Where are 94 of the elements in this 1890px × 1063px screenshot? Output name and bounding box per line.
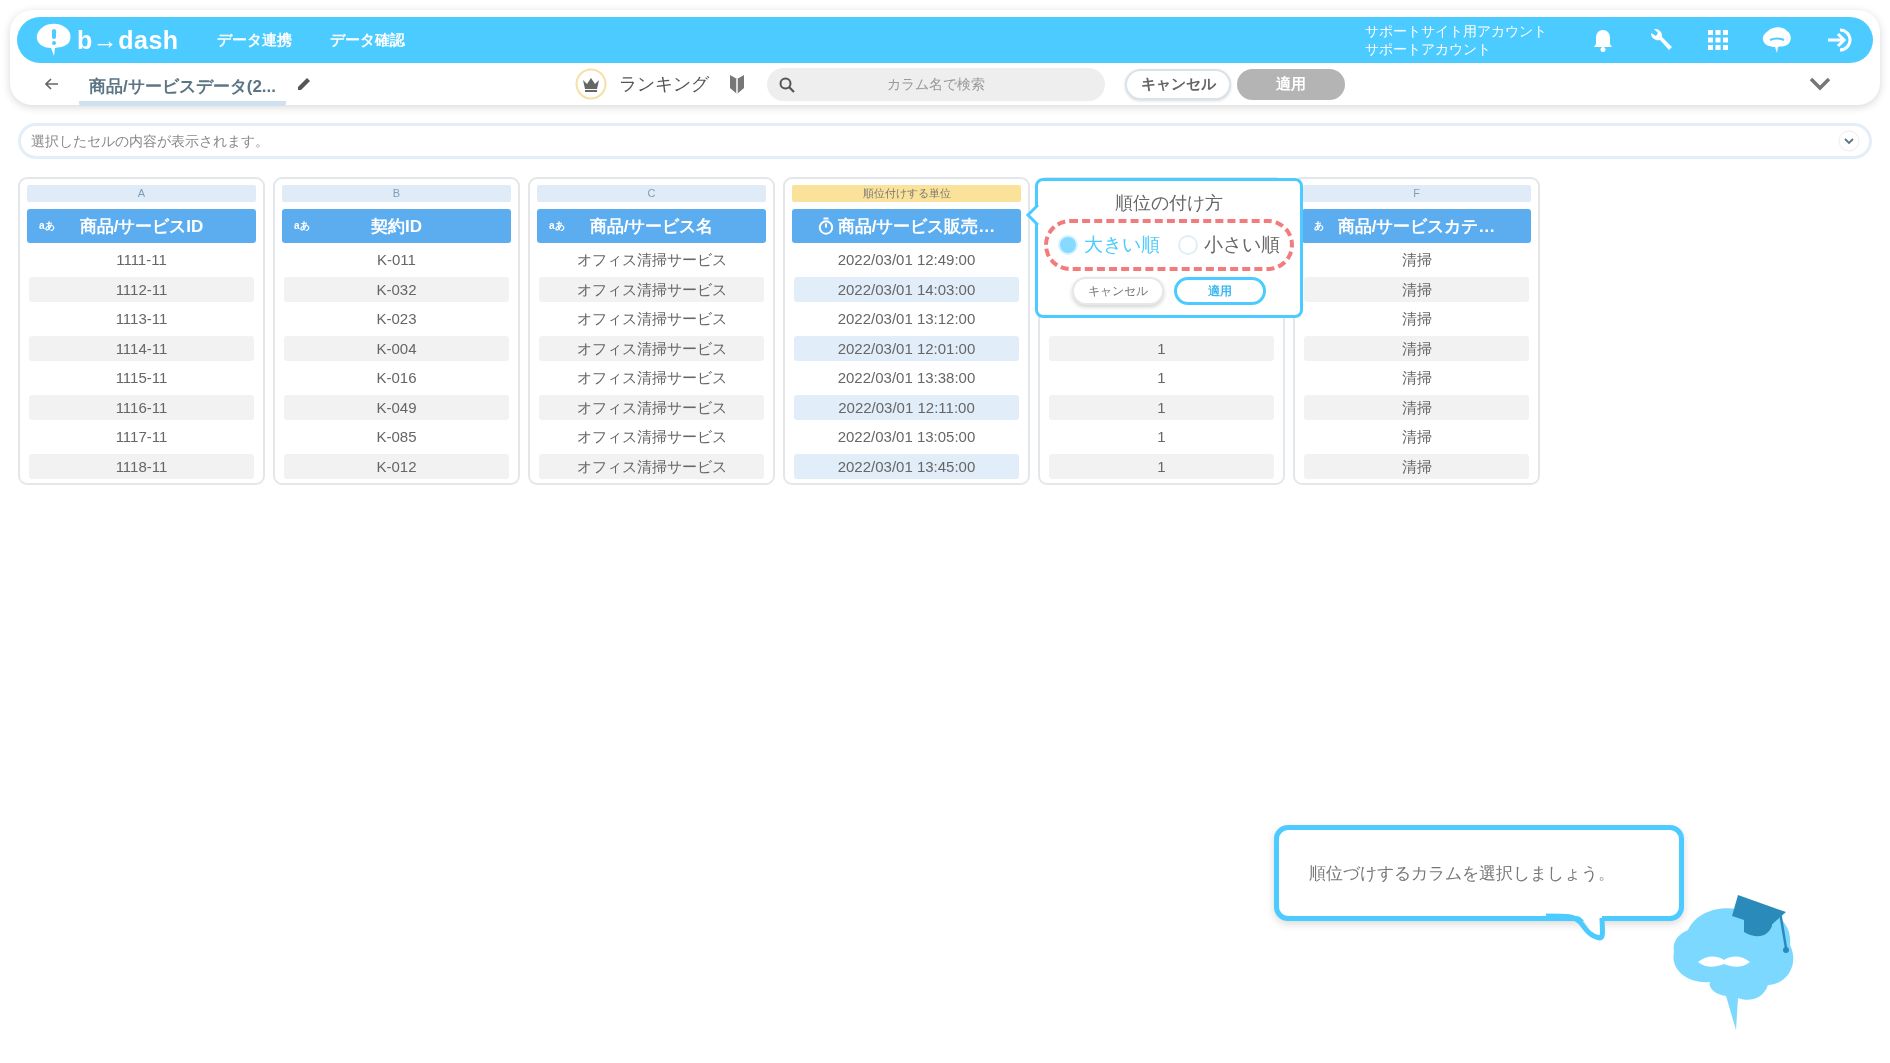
mode-label: ランキング — [619, 73, 709, 96]
table-cell: 清掃 — [1304, 394, 1529, 420]
cancel-button[interactable]: キャンセル — [1072, 277, 1164, 305]
radio-button[interactable] — [1058, 235, 1078, 255]
table-cell: K-012 — [284, 453, 509, 479]
type-label: あ — [1314, 219, 1324, 233]
table-cell-text: 清掃 — [1400, 309, 1433, 329]
table-cell-text: 2022/03/01 13:38:00 — [836, 368, 977, 388]
table-column[interactable]: A aあ 商品/サービスID 1111-11 1112-11 1113-11 1114-11 1115-11 1116-11 1117-11 1118-11 — [18, 177, 265, 485]
table-column[interactable]: C aあ 商品/サービス名 オフィス清掃サービス オフィス清掃サービス オフィス清掃サービス オフィス清掃サービス オフィス清掃サービス オフィス清掃サービス オフィス清掃サービス オフィス清掃サービス — [528, 177, 775, 485]
table-cell-text: 1113-11 — [114, 309, 169, 329]
table-cell-text: オフィス清掃サービス — [575, 250, 728, 270]
table-cell-text: K-085 — [375, 427, 418, 447]
table-cell-text: 清掃 — [1400, 250, 1433, 270]
table-cell-text: 2022/03/01 13:12:00 — [836, 309, 977, 329]
table-cell: 2022/03/01 12:11:00 — [794, 394, 1019, 420]
stopwatch-icon — [817, 217, 834, 235]
table-cell: オフィス清掃サービス — [539, 276, 764, 302]
cell-content-field[interactable]: 選択したセルの内容が表示されます。 — [18, 123, 1872, 159]
column-letter: A — [27, 185, 256, 202]
edit-icon[interactable] — [296, 76, 312, 92]
table-cell-text: 清掃 — [1400, 368, 1433, 388]
ranking-unit-label: 順位付けする単位 — [792, 185, 1021, 202]
table-cell-text: オフィス清掃サービス — [575, 368, 728, 388]
table-cell-text: 清掃 — [1400, 427, 1433, 447]
table-cell-text: 1 — [1156, 368, 1167, 388]
column-header[interactable]: 商品/サービス販売… — [792, 209, 1021, 243]
back-icon[interactable] — [45, 78, 59, 90]
table-cell-text: オフィス清掃サービス — [575, 427, 728, 447]
table-cell: オフィス清掃サービス — [539, 335, 764, 361]
type-label: aあ — [549, 219, 565, 233]
type-label: aあ — [294, 219, 310, 233]
table-cell: 2022/03/01 13:45:00 — [794, 453, 1019, 479]
table-cell: 清掃 — [1304, 335, 1529, 361]
column-letter: C — [537, 185, 766, 202]
table-cell-text: 1 — [1156, 427, 1167, 447]
account-site: サポートサイト用アカウント — [1365, 22, 1547, 40]
cancel-button[interactable]: キャンセル — [1125, 68, 1231, 100]
table-cell: 1118-11 — [29, 453, 254, 479]
column-letter: B — [282, 185, 511, 202]
table-cell-text: K-011 — [376, 250, 417, 270]
column-header[interactable]: aあ 商品/サービス名 — [537, 209, 766, 243]
table-cell: 清掃 — [1304, 276, 1529, 302]
radio-button[interactable] — [1178, 235, 1198, 255]
grid-icon[interactable] — [1708, 30, 1728, 50]
table-cell: 1114-11 — [29, 335, 254, 361]
nav-link[interactable]: データ確認 — [329, 30, 405, 50]
table-cell: オフィス清掃サービス — [539, 453, 764, 479]
sort-option[interactable]: 小さい順 — [1178, 232, 1280, 258]
beginner-icon[interactable] — [729, 73, 745, 95]
table-cell: 2022/03/01 14:03:00 — [794, 276, 1019, 302]
table-cell: K-032 — [284, 276, 509, 302]
table-cell: 1 — [1049, 335, 1274, 361]
crown-icon — [575, 68, 607, 100]
dataset-title[interactable]: 商品/サービスデータ(2... — [79, 74, 286, 106]
table-cell-text: 2022/03/01 12:49:00 — [836, 250, 977, 270]
search-icon — [779, 76, 795, 93]
table-cell: 1112-11 — [29, 276, 254, 302]
type-label: aあ — [39, 219, 55, 233]
account-name: サポートアカウント — [1365, 40, 1492, 58]
logo-text[interactable]: b→dash — [77, 25, 179, 55]
guide-message: 順位づけするカラムを選択しましょう。 — [1309, 862, 1615, 885]
logo-icon[interactable] — [35, 23, 73, 57]
table-cell: K-004 — [284, 335, 509, 361]
table-cell-text: 1111-11 — [115, 250, 168, 270]
table-cell: 1 — [1049, 394, 1274, 420]
table-column[interactable]: F あ 商品/サービスカテ… 清掃 清掃 清掃 清掃 清掃 清掃 清掃 清掃 — [1293, 177, 1540, 485]
nav-link[interactable]: データ連携 — [216, 30, 292, 50]
table-cell: 1 — [1049, 453, 1274, 479]
chevron-down-icon[interactable] — [1809, 77, 1831, 91]
column-header[interactable]: aあ 契約ID — [282, 209, 511, 243]
table-cell-text: K-023 — [375, 309, 418, 329]
table-column[interactable]: B aあ 契約ID K-011 K-032 K-023 K-004 K-016 K-049 K-085 K-012 — [273, 177, 520, 485]
table-cell: 清掃 — [1304, 453, 1529, 479]
table-column[interactable]: 順位付けする単位 商品/サービス販売… 2022/03/01 12:49:00 2022/03/01 14:03:00 2022/03/01 13:12:00 2022/03/01 12:01:00 2022/03/01 13:38:00 2022/03/01 12:11:00 2022/03/01 13:05:00 2022/03/01 13:45:00 — [783, 177, 1030, 485]
table-cell: K-049 — [284, 394, 509, 420]
apply-button[interactable]: 適用 — [1174, 277, 1266, 305]
table-cell-text: 2022/03/01 13:05:00 — [836, 427, 977, 447]
popover-title: 順位の付け方 — [1115, 192, 1223, 215]
column-header[interactable]: aあ 商品/サービスID — [27, 209, 256, 243]
cloud-icon[interactable] — [1762, 26, 1792, 54]
table-cell: オフィス清掃サービス — [539, 394, 764, 420]
column-header[interactable]: あ 商品/サービスカテ… — [1302, 209, 1531, 243]
table-cell-text: オフィス清掃サービス — [575, 309, 728, 329]
search-field[interactable]: カラム名で検索 — [767, 67, 1105, 101]
table-cell-text: K-016 — [375, 368, 418, 388]
wrench-icon[interactable] — [1648, 27, 1674, 53]
column-letter: F — [1302, 185, 1531, 202]
table-cell-text: 1115-11 — [114, 368, 169, 388]
sort-option[interactable]: 大きい順 — [1058, 232, 1160, 258]
table-cell-text: 1117-11 — [114, 427, 169, 447]
table-cell: 2022/03/01 12:01:00 — [794, 335, 1019, 361]
bell-icon[interactable] — [1592, 28, 1614, 52]
table-cell: 1116-11 — [29, 394, 254, 420]
